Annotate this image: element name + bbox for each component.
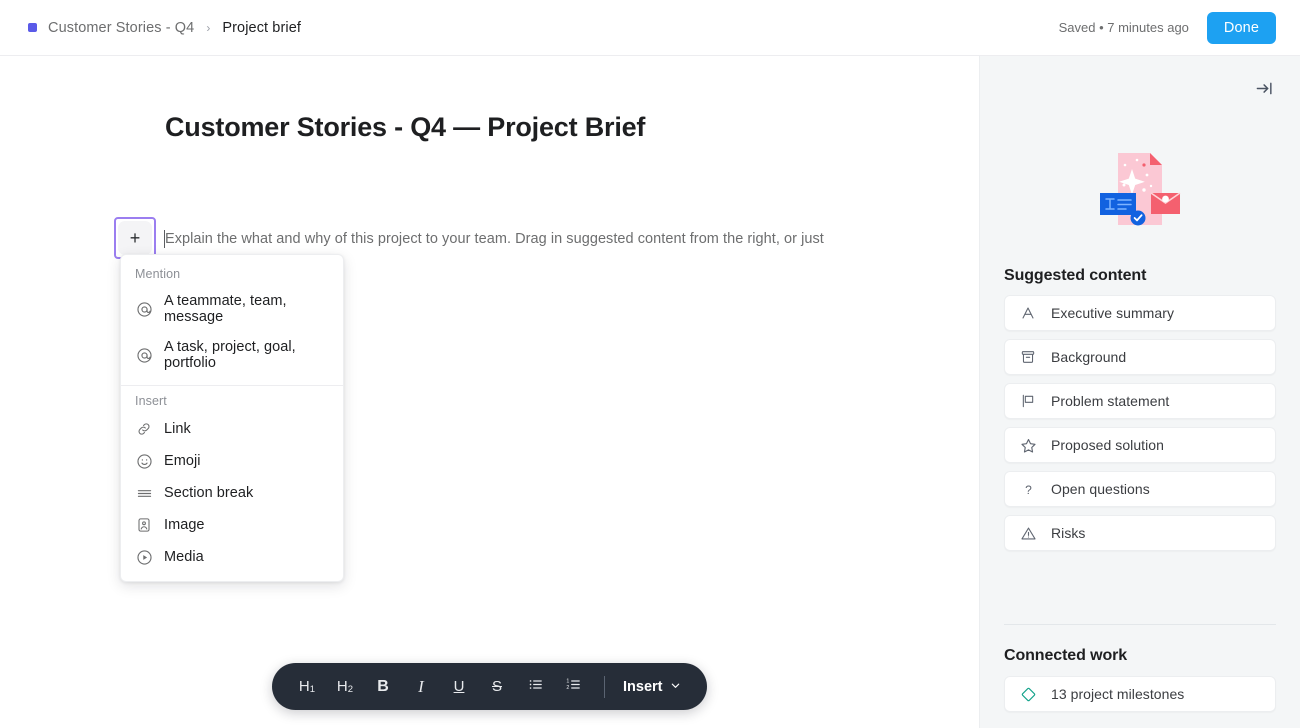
suggested-content-title: Suggested content xyxy=(1004,267,1146,285)
document-editor[interactable]: Customer Stories - Q4 — Project Brief + … xyxy=(0,56,980,728)
star-icon xyxy=(1019,436,1037,454)
numbered-list-icon: 1 2 xyxy=(565,676,582,697)
breadcrumb-project-link[interactable]: Customer Stories - Q4 xyxy=(48,20,194,36)
menu-item-image[interactable]: Image xyxy=(121,509,343,541)
menu-item-label: Media xyxy=(164,549,204,565)
project-color-dot xyxy=(28,23,37,32)
breadcrumb-current-page: Project brief xyxy=(222,20,301,36)
collapse-panel-right-icon xyxy=(1255,79,1274,101)
media-icon xyxy=(135,548,153,566)
heading-1-subscript: 1 xyxy=(310,684,315,695)
menu-item-label: Section break xyxy=(164,485,253,501)
svg-text:2: 2 xyxy=(566,685,569,691)
bulleted-list-icon xyxy=(527,676,544,697)
suggested-card-label: Executive summary xyxy=(1051,305,1174,321)
suggested-card-risks[interactable]: Risks xyxy=(1004,515,1276,551)
numbered-list-button[interactable]: 1 2 xyxy=(556,670,590,704)
svg-text:?: ? xyxy=(1025,482,1032,496)
emoji-icon xyxy=(135,452,153,470)
connected-work-list: 13 project milestones xyxy=(1004,676,1276,720)
menu-item-emoji[interactable]: Emoji xyxy=(121,445,343,477)
section-break-icon xyxy=(135,484,153,502)
suggested-card-executive-summary[interactable]: Executive summary xyxy=(1004,295,1276,331)
suggested-content-illustration xyxy=(980,141,1300,237)
connected-work-title: Connected work xyxy=(1004,647,1127,665)
flag-icon xyxy=(1019,392,1037,410)
add-block-focus-ring: + xyxy=(114,217,156,259)
document-title[interactable]: Customer Stories - Q4 — Project Brief xyxy=(165,112,645,143)
at-mention-icon xyxy=(135,346,153,364)
link-icon xyxy=(135,420,153,438)
bold-button[interactable]: B xyxy=(366,670,400,704)
menu-divider xyxy=(121,385,343,386)
top-bar: Customer Stories - Q4 › Project brief Sa… xyxy=(0,0,1300,56)
toolbar-divider xyxy=(604,676,605,698)
menu-item-link[interactable]: Link xyxy=(121,413,343,445)
suggested-content-panel: Suggested content Executive summary Back… xyxy=(980,56,1300,728)
connected-card-project-milestones[interactable]: 13 project milestones xyxy=(1004,676,1276,712)
suggested-content-list: Executive summary Background Problem sta… xyxy=(1004,295,1276,559)
formatting-toolbar[interactable]: H1 H2 B I U S 1 xyxy=(272,663,707,710)
heading-2-button[interactable]: H2 xyxy=(328,670,362,704)
menu-item-mention-teammate[interactable]: A teammate, team, message xyxy=(121,286,343,332)
editor-placeholder: Explain the what and why of this project… xyxy=(165,231,824,247)
connected-card-label: 13 project milestones xyxy=(1051,686,1184,702)
chevron-down-icon xyxy=(670,679,681,695)
svg-text:1: 1 xyxy=(566,679,569,685)
saved-status: Saved • 7 minutes ago xyxy=(1059,20,1189,35)
suggested-card-problem-statement[interactable]: Problem statement xyxy=(1004,383,1276,419)
at-mention-icon xyxy=(135,300,153,318)
image-icon xyxy=(135,516,153,534)
menu-item-mention-object[interactable]: A task, project, goal, portfolio xyxy=(121,332,343,378)
menu-item-label: A task, project, goal, portfolio xyxy=(164,339,329,371)
underline-button[interactable]: U xyxy=(442,670,476,704)
menu-item-section-break[interactable]: Section break xyxy=(121,477,343,509)
warning-triangle-icon xyxy=(1019,524,1037,542)
letter-a-icon xyxy=(1019,304,1037,322)
strikethrough-button[interactable]: S xyxy=(480,670,514,704)
suggested-card-label: Problem statement xyxy=(1051,393,1169,409)
breadcrumb: Customer Stories - Q4 › Project brief xyxy=(28,20,301,36)
menu-section-label-insert: Insert xyxy=(121,388,343,413)
heading-1-button[interactable]: H1 xyxy=(290,670,324,704)
done-button[interactable]: Done xyxy=(1207,12,1276,44)
menu-section-label-mention: Mention xyxy=(121,261,343,286)
heading-2-label: H xyxy=(337,678,348,695)
suggested-card-label: Risks xyxy=(1051,525,1085,541)
suggested-card-label: Open questions xyxy=(1051,481,1150,497)
menu-item-label: Emoji xyxy=(164,453,201,469)
milestone-diamond-icon xyxy=(1019,685,1037,703)
menu-item-label: A teammate, team, message xyxy=(164,293,329,325)
menu-item-label: Image xyxy=(164,517,205,533)
panel-divider xyxy=(1004,624,1276,625)
suggested-card-background[interactable]: Background xyxy=(1004,339,1276,375)
italic-button[interactable]: I xyxy=(404,670,438,704)
add-block-button[interactable]: + xyxy=(118,221,152,255)
menu-item-media[interactable]: Media xyxy=(121,541,343,573)
menu-item-label: Link xyxy=(164,421,191,437)
top-bar-actions: Saved • 7 minutes ago Done xyxy=(1059,12,1276,44)
suggested-card-label: Proposed solution xyxy=(1051,437,1164,453)
heading-1-label: H xyxy=(299,678,310,695)
heading-2-subscript: 2 xyxy=(348,684,353,695)
insert-dropdown-menu[interactable]: Mention A teammate, team, message A task… xyxy=(120,254,344,582)
collapse-panel-button[interactable] xyxy=(1250,76,1278,104)
toolbar-insert-button[interactable]: Insert xyxy=(619,670,689,704)
suggested-card-label: Background xyxy=(1051,349,1126,365)
suggested-card-proposed-solution[interactable]: Proposed solution xyxy=(1004,427,1276,463)
suggested-card-open-questions[interactable]: ? Open questions xyxy=(1004,471,1276,507)
archive-box-icon xyxy=(1019,348,1037,366)
bulleted-list-button[interactable] xyxy=(518,670,552,704)
toolbar-insert-label: Insert xyxy=(623,679,663,695)
question-mark-icon: ? xyxy=(1019,480,1037,498)
breadcrumb-separator-icon: › xyxy=(206,21,210,35)
